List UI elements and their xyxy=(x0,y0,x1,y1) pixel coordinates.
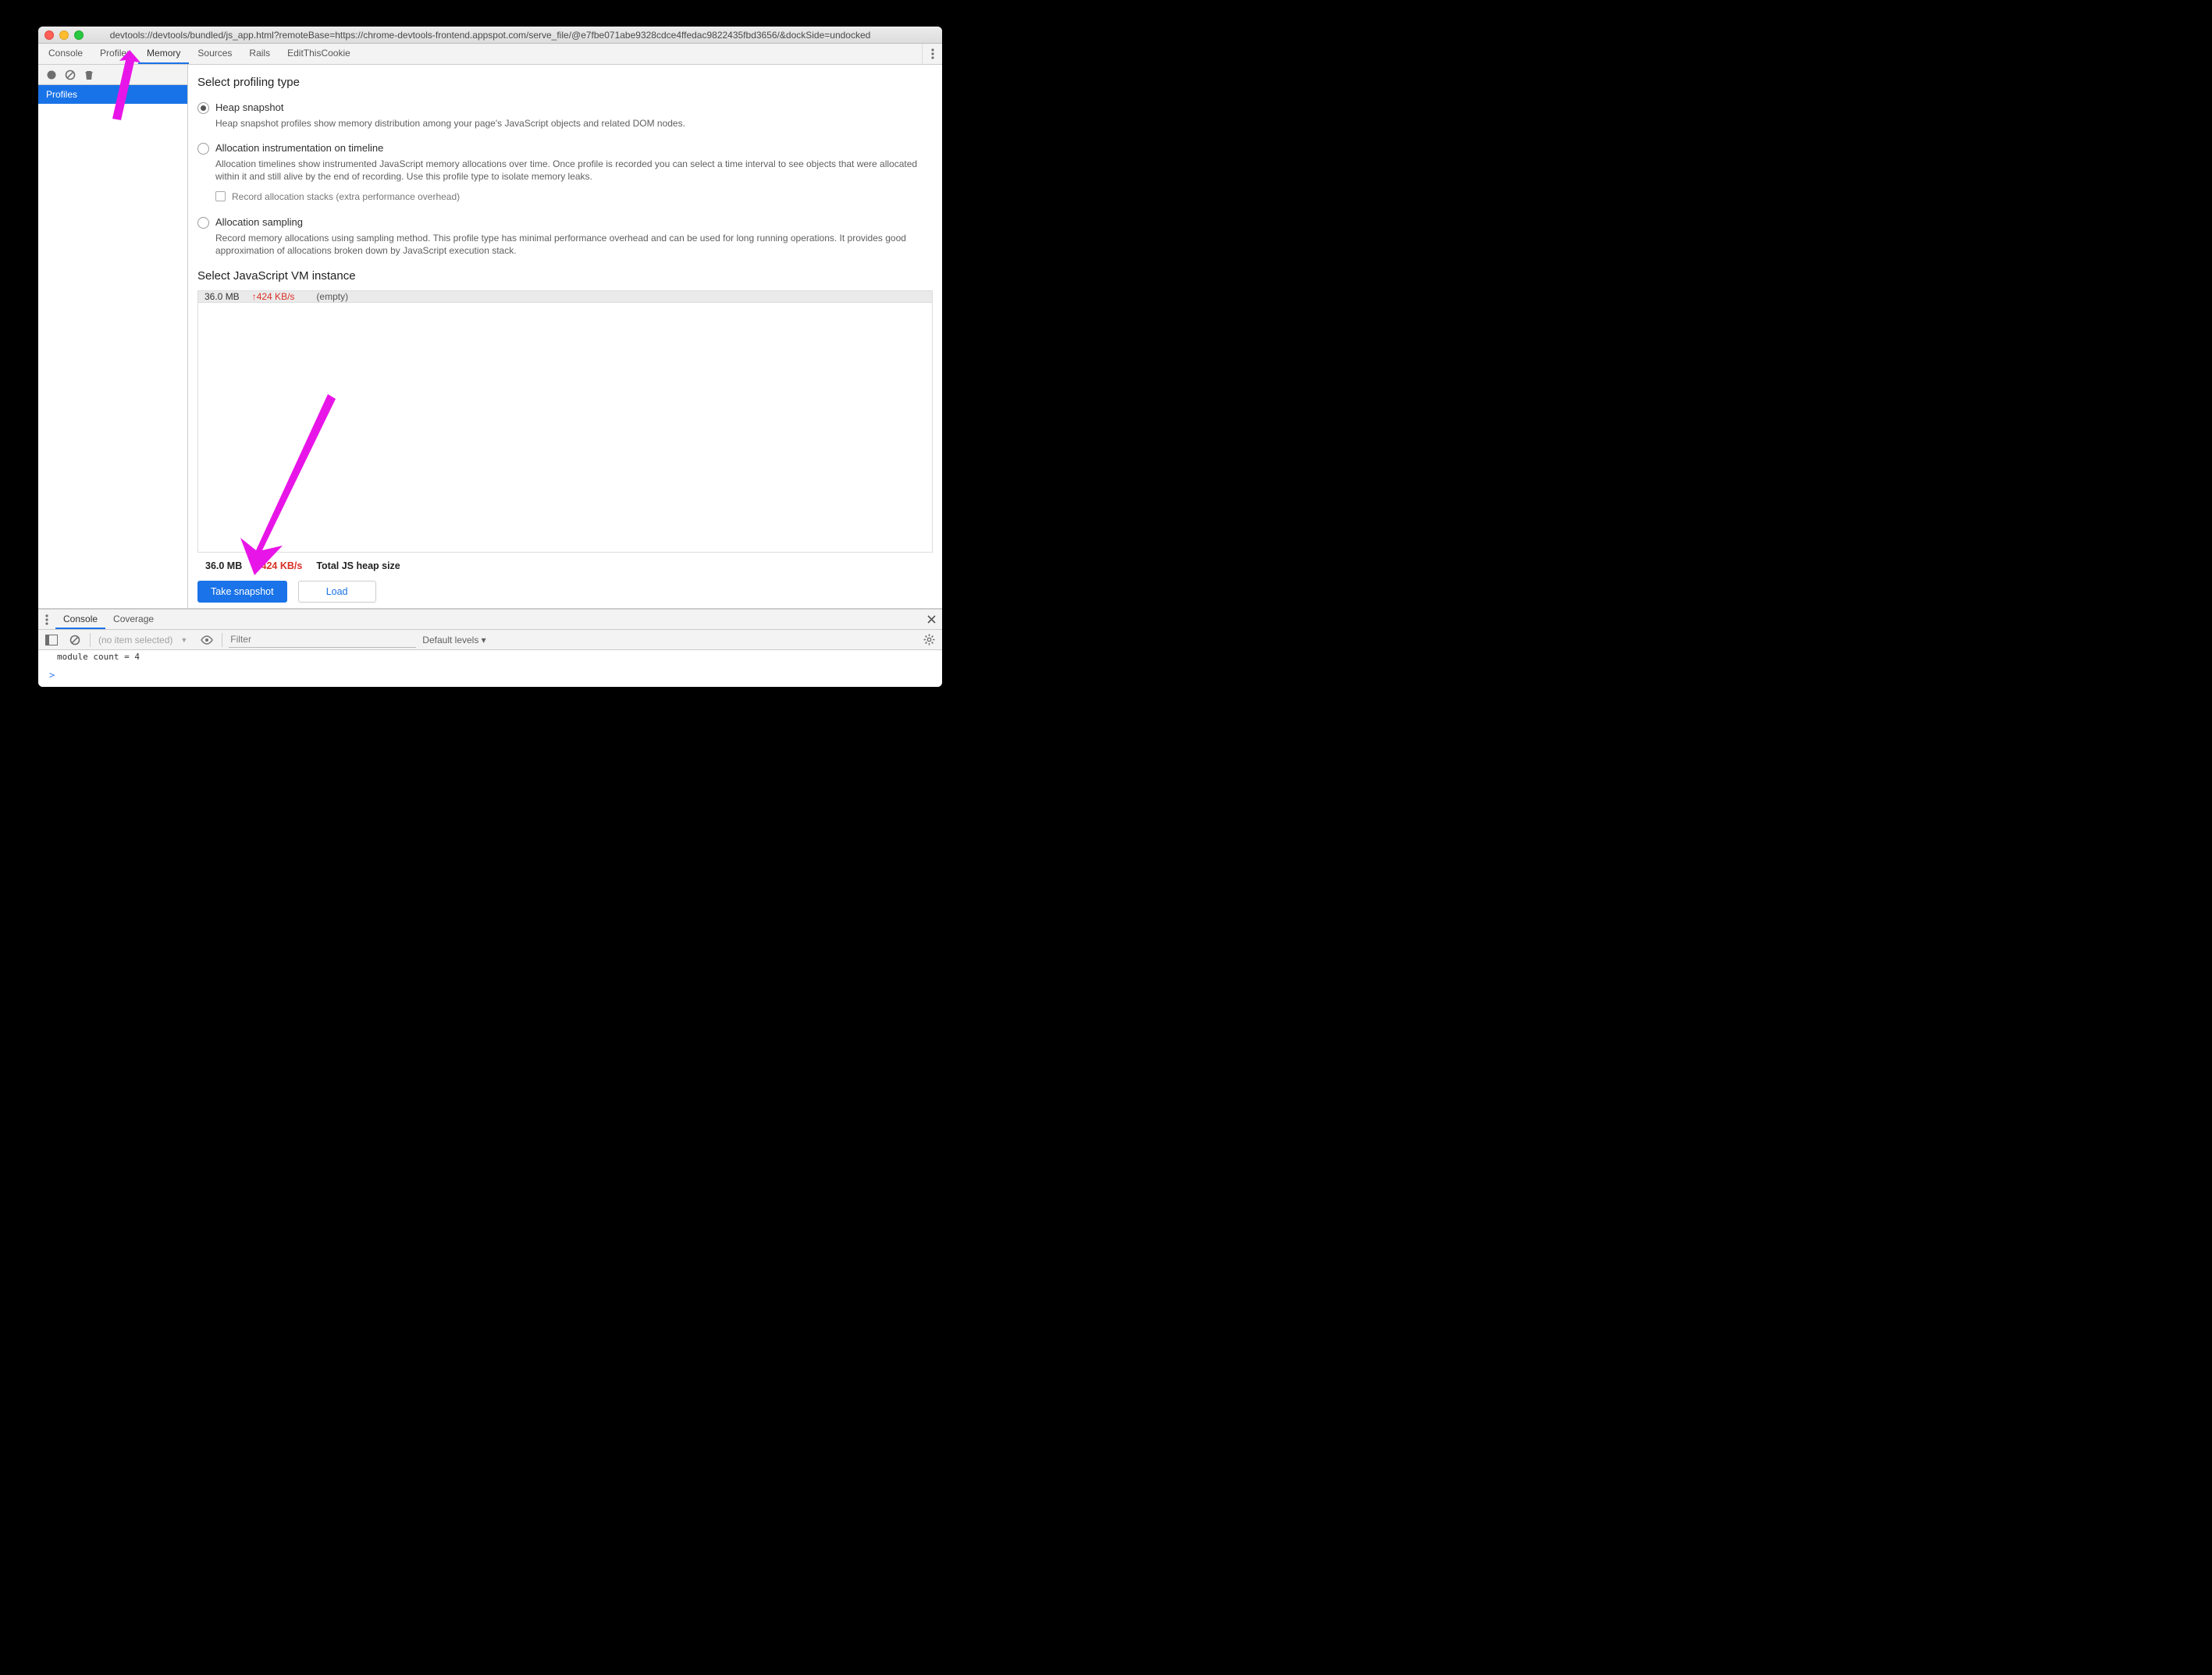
option-desc: Record memory allocations using sampling… xyxy=(215,232,933,257)
option-title: Heap snapshot xyxy=(215,101,283,113)
suboption-record-stacks[interactable]: Record allocation stacks (extra performa… xyxy=(215,191,933,202)
console-settings-icon[interactable] xyxy=(920,631,937,649)
context-selector[interactable]: (no item selected) xyxy=(97,635,174,645)
radio-allocation-timeline[interactable] xyxy=(197,143,209,155)
eye-icon[interactable] xyxy=(198,631,215,649)
separator xyxy=(90,633,91,647)
console-prompt[interactable]: > xyxy=(38,667,942,687)
drawer-tabs: Console Coverage xyxy=(38,610,942,630)
vm-mem: 36.0 MB xyxy=(204,291,240,302)
take-snapshot-button[interactable]: Take snapshot xyxy=(197,581,287,603)
console-drawer: Console Coverage (no item selected) ▼ De… xyxy=(38,609,942,687)
log-levels-selector[interactable]: Default levels ▾ xyxy=(422,635,485,645)
zoom-window-button[interactable] xyxy=(74,30,84,40)
vm-instance-heading: Select JavaScript VM instance xyxy=(197,269,933,283)
tab-sources[interactable]: Sources xyxy=(189,44,240,64)
clear-console-icon[interactable] xyxy=(66,631,84,649)
profiles-sidebar: Profiles xyxy=(38,65,188,608)
chevron-down-icon: ▼ xyxy=(180,636,187,644)
minimize-window-button[interactable] xyxy=(59,30,69,40)
clear-icon[interactable] xyxy=(62,66,79,84)
radio-allocation-sampling[interactable] xyxy=(197,217,209,229)
drawer-menu-button[interactable] xyxy=(38,610,55,629)
action-buttons: Take snapshot Load xyxy=(197,581,933,603)
option-title: Allocation instrumentation on timeline xyxy=(215,142,383,154)
profiles-toolbar xyxy=(38,65,187,85)
load-button[interactable]: Load xyxy=(298,581,376,603)
option-allocation-timeline[interactable]: Allocation instrumentation on timeline xyxy=(197,142,933,155)
drawer-tab-console[interactable]: Console xyxy=(55,610,105,629)
checkbox-record-stacks[interactable] xyxy=(215,191,226,201)
vm-instance-name: (empty) xyxy=(316,291,348,302)
tab-console[interactable]: Console xyxy=(40,44,91,64)
tab-editthiscookie[interactable]: EditThisCookie xyxy=(279,44,359,64)
traffic-lights xyxy=(44,30,84,40)
memory-panel-body: Profiles Select profiling type Heap snap… xyxy=(38,65,942,609)
option-title: Allocation sampling xyxy=(215,216,303,228)
window-titlebar: devtools://devtools/bundled/js_app.html?… xyxy=(38,27,942,44)
memory-content: Select profiling type Heap snapshot Heap… xyxy=(188,65,942,608)
close-window-button[interactable] xyxy=(44,30,54,40)
vm-instance-row[interactable]: 36.0 MB ↑424 KB/s (empty) xyxy=(197,290,933,303)
option-heap-snapshot[interactable]: Heap snapshot xyxy=(197,101,933,114)
drawer-close-button[interactable] xyxy=(920,610,942,629)
tab-profiler[interactable]: Profiler xyxy=(91,44,138,64)
console-toolbar: (no item selected) ▼ Default levels ▾ xyxy=(38,630,942,650)
panel-tabs: Console Profiler Memory Sources Rails Ed… xyxy=(38,44,942,65)
console-filter-input[interactable] xyxy=(229,632,416,648)
radio-heap-snapshot[interactable] xyxy=(197,102,209,114)
heap-footer-stats: 36.0 MB ↑424 KB/s Total JS heap size xyxy=(205,560,933,571)
suboption-label: Record allocation stacks (extra performa… xyxy=(232,191,460,202)
option-desc: Allocation timelines show instrumented J… xyxy=(215,158,933,183)
profiling-type-heading: Select profiling type xyxy=(197,76,933,89)
record-icon[interactable] xyxy=(43,66,60,84)
footer-mem: 36.0 MB xyxy=(205,560,242,571)
tab-rails[interactable]: Rails xyxy=(240,44,279,64)
vm-rate: ↑424 KB/s xyxy=(252,291,295,302)
sidebar-item-profiles[interactable]: Profiles xyxy=(38,85,187,104)
panel-menu-button[interactable] xyxy=(922,44,942,64)
vm-instance-list xyxy=(197,303,933,553)
option-desc: Heap snapshot profiles show memory distr… xyxy=(215,117,933,130)
window-title: devtools://devtools/bundled/js_app.html?… xyxy=(38,30,942,41)
drawer-tab-coverage[interactable]: Coverage xyxy=(105,610,162,629)
console-sidebar-toggle-icon[interactable] xyxy=(43,631,60,649)
console-output-line: module count = 4 xyxy=(38,650,942,667)
footer-rate: ↑424 KB/s xyxy=(256,560,302,571)
trash-icon[interactable] xyxy=(80,66,98,84)
footer-label: Total JS heap size xyxy=(316,560,400,571)
option-allocation-sampling[interactable]: Allocation sampling xyxy=(197,216,933,229)
tab-memory[interactable]: Memory xyxy=(138,44,189,64)
devtools-window: devtools://devtools/bundled/js_app.html?… xyxy=(38,27,942,687)
